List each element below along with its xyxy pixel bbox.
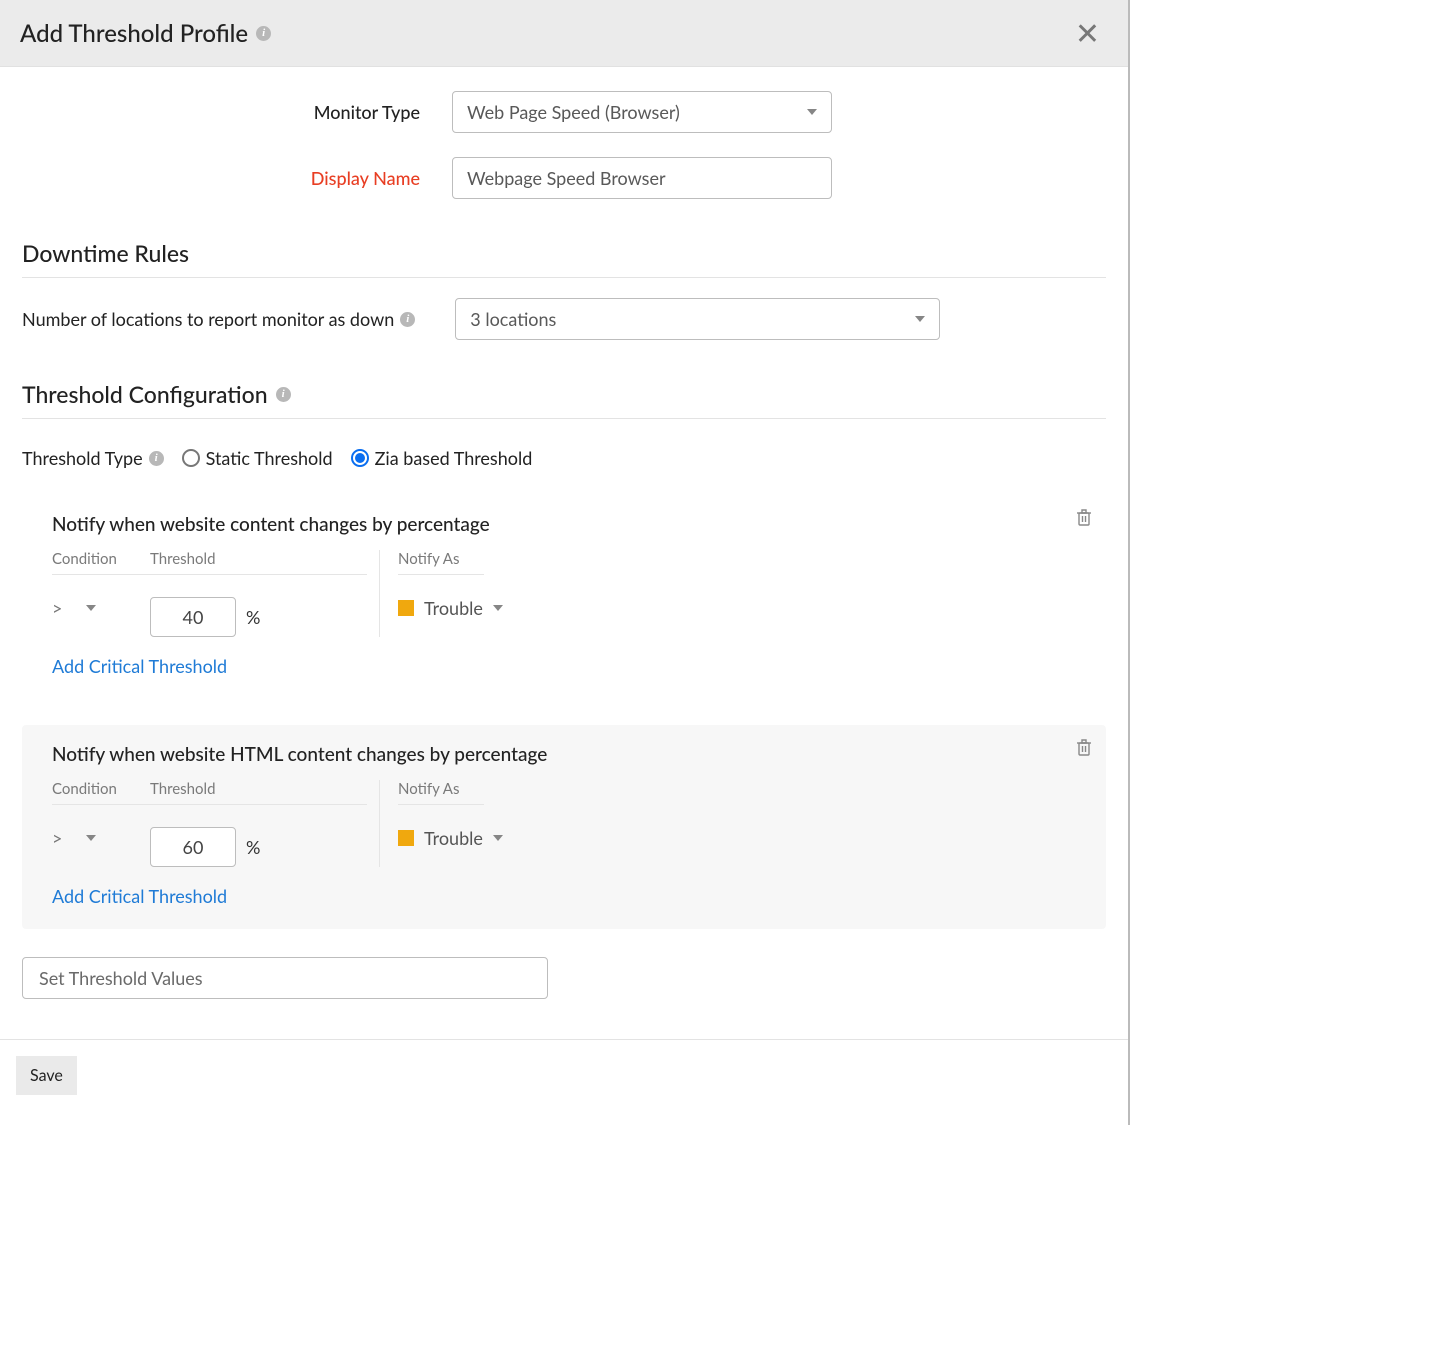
downtime-rules-title-text: Downtime Rules [22,239,189,267]
set-threshold-values-text: Set Threshold Values [39,967,203,989]
col-condition-header: Condition [52,780,150,805]
page-title: Add Threshold Profile i [20,19,271,48]
notify-as-value: Trouble [424,827,483,849]
locations-value: 3 locations [470,308,556,330]
locations-label: Number of locations to report monitor as… [22,308,415,330]
monitor-type-label: Monitor Type [22,101,452,123]
radio-icon [351,449,369,467]
radio-zia-label: Zia based Threshold [375,447,533,469]
status-color-chip [398,600,414,616]
col-notify-header: Notify As [398,550,484,575]
locations-label-text: Number of locations to report monitor as… [22,308,394,330]
close-icon[interactable]: ✕ [1067,18,1108,48]
set-threshold-values-select[interactable]: Set Threshold Values [22,957,548,999]
threshold-value-input[interactable] [150,827,236,867]
chevron-down-icon [493,605,503,611]
chevron-down-icon [493,835,503,841]
chevron-down-icon [86,835,96,841]
col-threshold-header: Threshold [150,550,367,575]
info-icon[interactable]: i [276,387,291,402]
col-condition-header: Condition [52,550,150,575]
trash-icon[interactable] [1076,509,1092,531]
add-critical-threshold-link[interactable]: Add Critical Threshold [52,885,1086,907]
display-name-input[interactable] [467,167,817,189]
col-threshold-header: Threshold [150,780,367,805]
notify-as-select[interactable]: Trouble [398,827,503,849]
threshold-value-input[interactable] [150,597,236,637]
display-name-input-wrap [452,157,832,199]
col-notify-header: Notify As [398,780,484,805]
condition-value: > [52,827,62,849]
condition-select[interactable]: > [52,597,96,619]
downtime-rules-title: Downtime Rules [22,239,1106,278]
threshold-type-label: Threshold Type i [22,447,164,469]
info-icon[interactable]: i [149,451,164,466]
condition-select[interactable]: > [52,827,96,849]
notify-as-value: Trouble [424,597,483,619]
monitor-type-select[interactable]: Web Page Speed (Browser) [452,91,832,133]
add-critical-threshold-link[interactable]: Add Critical Threshold [52,655,1086,677]
trash-icon[interactable] [1076,739,1092,761]
radio-icon [182,449,200,467]
threshold-config-title: Threshold Configuration i [22,380,1106,419]
condition-value: > [52,597,62,619]
monitor-type-value: Web Page Speed (Browser) [467,101,680,123]
rule-title: Notify when website content changes by p… [52,513,1086,536]
radio-zia-threshold[interactable]: Zia based Threshold [351,447,533,469]
chevron-down-icon [86,605,96,611]
threshold-unit: % [246,836,260,858]
threshold-type-label-text: Threshold Type [22,447,143,469]
chevron-down-icon [915,316,925,322]
threshold-rule: Notify when website content changes by p… [22,495,1106,699]
radio-static-threshold[interactable]: Static Threshold [182,447,333,469]
threshold-unit: % [246,606,260,628]
threshold-rule: Notify when website HTML content changes… [22,725,1106,929]
chevron-down-icon [807,109,817,115]
threshold-config-title-text: Threshold Configuration [22,380,268,408]
dialog-header: Add Threshold Profile i ✕ [0,0,1128,67]
rule-title: Notify when website HTML content changes… [52,743,1086,766]
locations-select[interactable]: 3 locations [455,298,940,340]
info-icon[interactable]: i [256,26,271,41]
save-button[interactable]: Save [16,1056,77,1095]
info-icon[interactable]: i [400,312,415,327]
page-title-text: Add Threshold Profile [20,19,248,48]
radio-static-label: Static Threshold [206,447,333,469]
display-name-label: Display Name [22,167,452,189]
notify-as-select[interactable]: Trouble [398,597,503,619]
status-color-chip [398,830,414,846]
